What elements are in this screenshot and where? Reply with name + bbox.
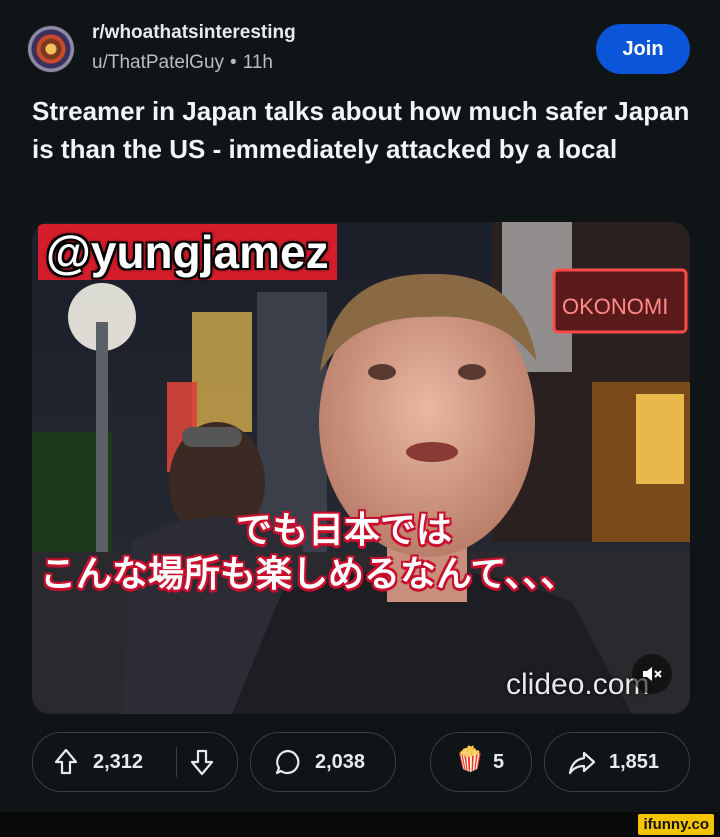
award-count: 5	[493, 751, 505, 773]
share-icon	[568, 751, 596, 775]
speaker-muted-glyph	[643, 667, 662, 681]
post-card: r/whoathatsinteresting u/ThatPatelGuy • 11…	[0, 0, 720, 812]
lit-window	[636, 394, 684, 484]
post-header: r/whoathatsinteresting u/ThatPatelGuy • 11…	[28, 20, 692, 80]
ifunny-watermark: ifunny.co	[638, 814, 714, 835]
background-person-cap	[182, 427, 242, 447]
comments-button[interactable]: 2,038	[250, 732, 396, 792]
subtitle-line-2: こんな場所も楽しめるなんて、、、	[40, 553, 577, 594]
right-eye	[458, 364, 486, 380]
downvote-icon[interactable]	[189, 747, 215, 777]
join-button[interactable]: Join	[596, 24, 690, 74]
speaker-muted-icon[interactable]	[632, 654, 672, 694]
clideo-watermark: clideo.com	[506, 668, 650, 701]
popcorn-award-icon: 🍿	[455, 746, 485, 773]
post-title[interactable]: Streamer in Japan talks about how much s…	[32, 92, 692, 168]
mouth	[406, 442, 458, 462]
footer-bar: ifunny.co	[0, 812, 720, 837]
subtitle-line-1: でも日本では	[236, 509, 453, 550]
share-button[interactable]: 1,851	[544, 732, 690, 792]
subreddit-avatar[interactable]	[28, 26, 74, 72]
post-meta: u/ThatPatelGuy • 11h	[92, 52, 273, 74]
upvote-icon[interactable]	[53, 747, 79, 777]
okonomi-sign-text: OKONOMI	[562, 294, 668, 319]
video-frame: OKONOMI	[32, 222, 690, 714]
left-eye	[368, 364, 396, 380]
vote-divider	[176, 747, 177, 777]
author-name[interactable]: u/ThatPatelGuy	[92, 52, 224, 73]
action-bar: 2,312 2,038 🍿 5 1,851	[32, 732, 692, 794]
meta-separator: •	[230, 52, 237, 73]
video-player[interactable]: OKONOMI @yungjamez でも日本では こんな場所も楽しめるなんて、…	[32, 222, 690, 714]
post-age: 11h	[242, 52, 273, 73]
vote-pill: 2,312	[32, 732, 238, 792]
subreddit-name[interactable]: r/whoathatsinteresting	[92, 22, 296, 44]
streamer-handle-watermark: @yungjamez	[38, 224, 337, 280]
comment-icon	[275, 749, 300, 775]
share-count: 1,851	[609, 751, 660, 773]
comment-count: 2,038	[315, 751, 366, 773]
shop-sign-yellow	[192, 312, 252, 432]
award-button[interactable]: 🍿 5	[430, 732, 532, 792]
upvote-count: 2,312	[93, 751, 144, 773]
